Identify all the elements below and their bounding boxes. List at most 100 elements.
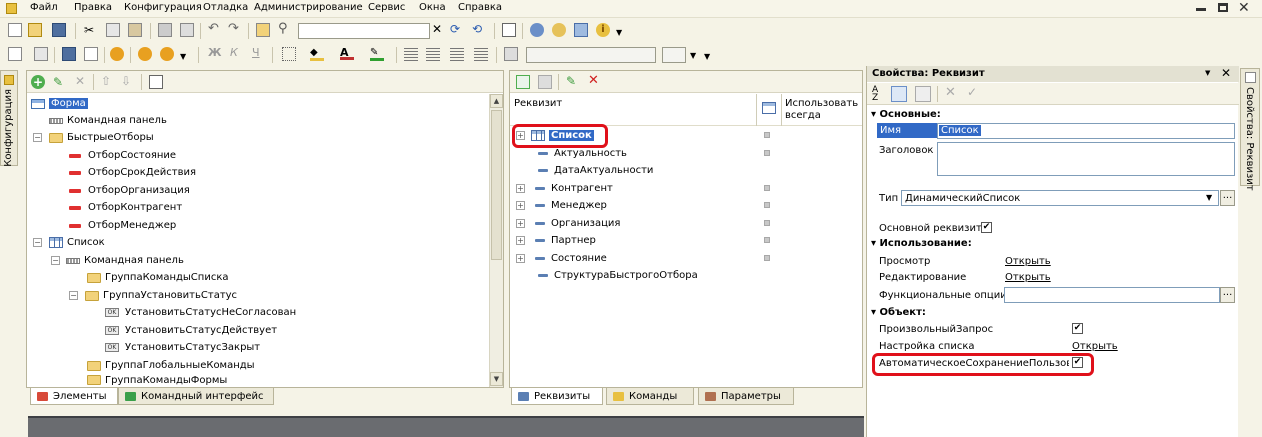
use-always-marker[interactable] — [764, 202, 770, 208]
type-ellipsis-button[interactable]: ... — [1220, 190, 1235, 206]
minimize-icon[interactable] — [1196, 8, 1206, 11]
use-always-marker[interactable] — [764, 255, 770, 261]
close-icon[interactable]: ✕ — [1238, 0, 1250, 16]
run-chevron-icon[interactable]: ▼ — [180, 52, 186, 61]
attr-row-partner[interactable]: + Партнер — [516, 232, 596, 249]
print-icon[interactable] — [158, 23, 172, 37]
collapse-icon[interactable]: − — [33, 238, 42, 247]
tree-item-form-commands-group[interactable]: ГруппаКомандыФормы — [87, 373, 227, 387]
main-attribute-checkbox[interactable]: ✔ — [981, 222, 992, 233]
fill-color-icon[interactable]: ◆ — [310, 47, 324, 61]
use-always-marker[interactable] — [764, 150, 770, 156]
undo-icon[interactable]: ↶ — [208, 21, 222, 36]
edit-attribute-icon[interactable]: ✎ — [566, 74, 580, 88]
border-icon[interactable] — [282, 47, 296, 61]
scroll-up-icon[interactable]: ▲ — [490, 94, 503, 108]
new-icon[interactable] — [8, 23, 22, 37]
panel-menu-icon[interactable] — [149, 75, 163, 89]
reset-icon[interactable]: ✕ — [945, 85, 956, 100]
tree-item-global-commands-group[interactable]: ГруппаГлобальныеКоманды — [87, 357, 255, 374]
tree-item-filter-state[interactable]: ОтборСостояние — [69, 147, 176, 164]
highlight-icon[interactable]: ✎ — [370, 47, 384, 61]
panel-menu-chevron-icon[interactable]: ▼ — [1205, 69, 1210, 77]
database-update-icon[interactable] — [62, 47, 76, 61]
justify-icon[interactable] — [474, 48, 488, 62]
panel-close-icon[interactable]: ✕ — [1221, 66, 1231, 80]
configuration-side-tab[interactable]: Конфигурация — [0, 70, 18, 167]
list-settings-open-link[interactable]: Открыть — [1072, 341, 1118, 352]
run-client-icon[interactable] — [138, 47, 152, 61]
filter-icon[interactable] — [915, 86, 931, 102]
section-main[interactable]: ▾ Основные: — [871, 109, 941, 120]
tree-item-list-commands-group[interactable]: ГруппаКомандыСписка — [87, 269, 229, 286]
toolbar-chevron-icon[interactable]: ▼ — [616, 28, 622, 37]
bold-icon[interactable]: Ж — [208, 46, 222, 60]
edit-icon[interactable]: ✎ — [53, 75, 67, 89]
use-always-marker[interactable] — [764, 237, 770, 243]
custom-query-checkbox[interactable]: ✔ — [1072, 323, 1083, 334]
functional-options-input[interactable] — [1004, 287, 1220, 303]
tree-item-filter-contractor[interactable]: ОтборКонтрагент — [69, 199, 182, 216]
tree-item-list-command-panel[interactable]: − Командная панель — [51, 252, 184, 269]
copy-icon[interactable] — [106, 23, 120, 37]
tab-parameters[interactable]: Параметры — [698, 388, 794, 405]
run-app-icon[interactable] — [160, 47, 174, 61]
attr-row-state[interactable]: + Состояние — [516, 250, 607, 267]
syntax-helper-icon[interactable] — [574, 23, 588, 37]
attr-row-manager[interactable]: + Менеджер — [516, 197, 607, 214]
assistant-icon[interactable] — [530, 23, 544, 37]
attr-row-organization[interactable]: + Организация — [516, 215, 620, 232]
preview-icon[interactable] — [180, 23, 194, 37]
help-icon[interactable] — [552, 23, 566, 37]
find-next-icon[interactable]: ⟳ — [450, 22, 464, 36]
collapse-icon[interactable]: − — [33, 133, 42, 142]
collapse-icon[interactable]: − — [51, 256, 60, 265]
sort-alpha-icon[interactable]: AZ — [872, 86, 878, 103]
functional-options-ellipsis-button[interactable]: ... — [1220, 287, 1235, 303]
name-input[interactable]: Список — [937, 123, 1235, 139]
use-always-marker[interactable] — [764, 132, 770, 138]
section-object[interactable]: ▾ Объект: — [871, 307, 926, 318]
menu-debug[interactable]: Отладка — [203, 2, 248, 13]
attr-row-contractor[interactable]: + Контрагент — [516, 180, 613, 197]
add-icon[interactable]: + — [31, 75, 45, 89]
search-icon[interactable]: ⚲ — [278, 21, 292, 36]
menu-windows[interactable]: Окна — [419, 2, 446, 13]
tree-item-command-panel[interactable]: Командная панель — [49, 112, 167, 129]
elements-scrollbar[interactable]: ▲ ▼ — [489, 94, 503, 387]
properties-side-tab[interactable]: Свойства: Реквизит — [1240, 68, 1260, 191]
windows-icon[interactable] — [502, 23, 516, 37]
expand-icon[interactable]: + — [516, 254, 525, 263]
add-column-icon[interactable] — [538, 75, 552, 89]
scroll-down-icon[interactable]: ▼ — [490, 372, 503, 386]
expand-icon[interactable]: + — [516, 236, 525, 245]
search-combo[interactable] — [298, 23, 430, 39]
form-mode-icon[interactable] — [34, 47, 48, 61]
tree-item-set-status-closed[interactable]: OK УстановитьСтатусЗакрыт — [105, 339, 260, 356]
use-always-marker[interactable] — [764, 185, 770, 191]
app-icon[interactable] — [6, 3, 17, 14]
tree-item-form[interactable]: Форма — [31, 95, 88, 112]
delete-icon[interactable]: ✕ — [75, 74, 89, 88]
align-center-icon[interactable] — [426, 48, 440, 62]
use-always-marker[interactable] — [764, 220, 770, 226]
type-dropdown-icon[interactable]: ▼ — [1206, 193, 1212, 202]
type-select[interactable]: ДинамическийСписок ▼ — [901, 190, 1219, 206]
menu-file[interactable]: Файл — [30, 2, 58, 13]
module-icon[interactable] — [84, 47, 98, 61]
move-up-icon[interactable]: ⇧ — [101, 74, 115, 88]
info-icon[interactable]: i — [596, 23, 610, 37]
paste-icon[interactable] — [128, 23, 142, 37]
clear-search-icon[interactable]: ✕ — [432, 22, 442, 36]
menu-service[interactable]: Сервис — [368, 2, 405, 13]
align-left-icon[interactable] — [404, 48, 418, 62]
add-attribute-icon[interactable] — [516, 75, 530, 89]
save-icon[interactable] — [52, 23, 66, 37]
attr-row-quick-filter-structure[interactable]: СтруктураБыстрогоОтбора — [538, 267, 698, 284]
font-size-combo[interactable] — [662, 47, 686, 63]
expand-icon[interactable]: + — [516, 184, 525, 193]
menu-administration[interactable]: Администрирование — [254, 2, 363, 13]
open-icon[interactable] — [28, 23, 42, 37]
font-color-icon[interactable]: A — [340, 46, 354, 60]
scroll-thumb[interactable] — [491, 110, 502, 260]
